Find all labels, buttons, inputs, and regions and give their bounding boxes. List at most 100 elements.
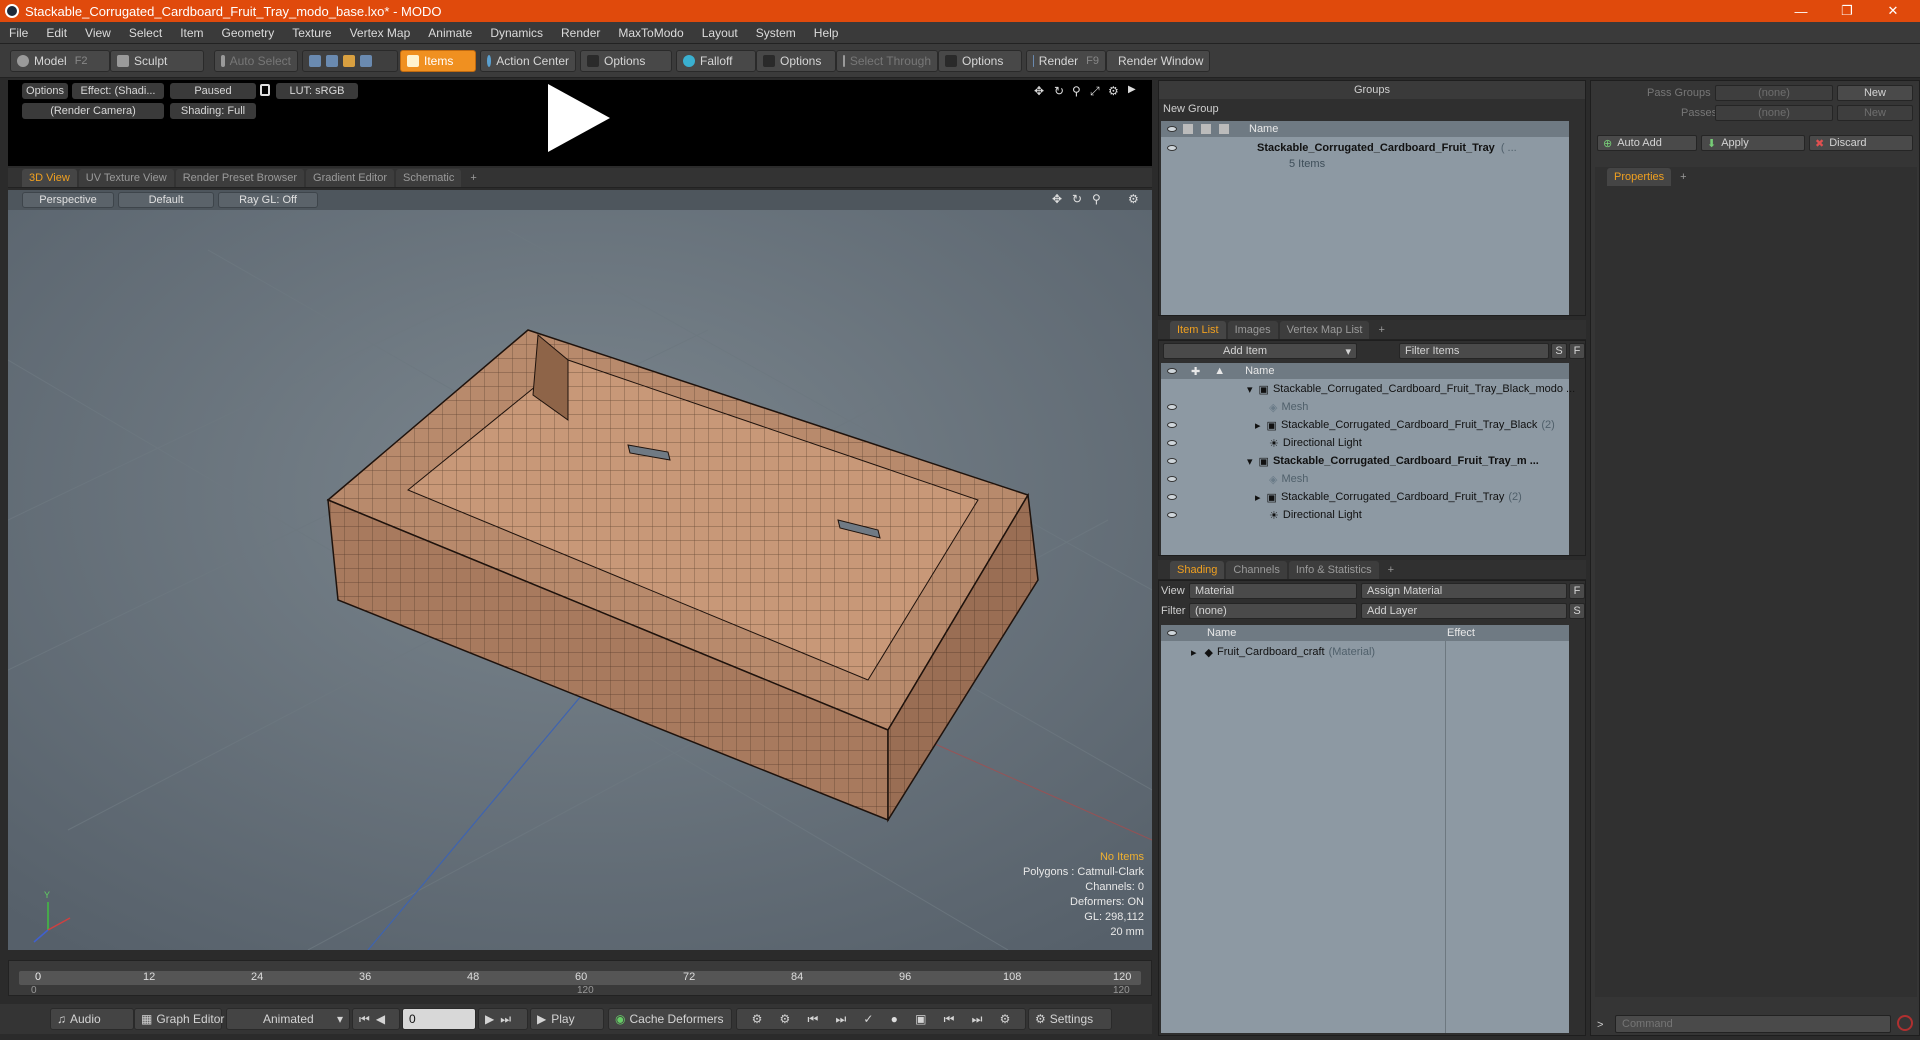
- expand-icon[interactable]: ▸: [1255, 419, 1261, 432]
- play-button[interactable]: ▶ Play: [530, 1008, 604, 1030]
- key-tool-icon[interactable]: ⚙: [752, 1012, 763, 1026]
- options-button-3[interactable]: Options: [938, 50, 1022, 72]
- 3d-viewport[interactable]: Y: [8, 190, 1152, 950]
- model-button[interactable]: Model F2: [10, 50, 110, 72]
- zoom-icon[interactable]: ⚲: [1092, 192, 1101, 206]
- menu-vertex-map[interactable]: Vertex Map: [341, 26, 420, 40]
- apply-button[interactable]: ⬇ Apply: [1701, 135, 1805, 151]
- shading-f-button[interactable]: F: [1569, 583, 1585, 599]
- key-set-icon[interactable]: ▣: [915, 1012, 926, 1026]
- key-icon[interactable]: ✓: [863, 1012, 873, 1026]
- menu-dynamics[interactable]: Dynamics: [481, 26, 552, 40]
- options-button-2[interactable]: Options: [756, 50, 836, 72]
- lut-dropdown[interactable]: LUT: sRGB: [276, 83, 358, 99]
- cache-deformers-button[interactable]: ◉ Cache Deformers: [608, 1008, 732, 1030]
- key-tool-icon[interactable]: ⚙: [780, 1012, 791, 1026]
- menu-maxtomodo[interactable]: MaxToModo: [609, 26, 692, 40]
- item-row-light-1[interactable]: ☀ Directional Light: [1161, 434, 1362, 452]
- add-tab-button[interactable]: +: [1381, 561, 1401, 579]
- action-center-button[interactable]: Action Center: [480, 50, 576, 72]
- shading-dropdown[interactable]: Shading: Full: [170, 103, 256, 119]
- filter-f-button[interactable]: F: [1569, 343, 1585, 359]
- filter-dropdown[interactable]: (none): [1189, 603, 1357, 619]
- new-pass-button[interactable]: New: [1837, 105, 1913, 121]
- record-icon[interactable]: ●: [891, 1012, 898, 1026]
- passes-dropdown[interactable]: (none): [1715, 105, 1833, 121]
- tab-render-preset-browser[interactable]: Render Preset Browser: [175, 168, 305, 187]
- restore-icon[interactable]: ❐: [1824, 0, 1870, 22]
- default-shading-dropdown[interactable]: Default: [118, 192, 214, 208]
- tab-images[interactable]: Images: [1227, 320, 1278, 339]
- menu-edit[interactable]: Edit: [37, 26, 76, 40]
- falloff-button[interactable]: Falloff: [676, 50, 756, 72]
- menu-render[interactable]: Render: [552, 26, 609, 40]
- shader-tree[interactable]: Name Effect ▸ ◆ Fruit_Cardboard_craft (M…: [1161, 625, 1569, 1033]
- menu-animate[interactable]: Animate: [419, 26, 481, 40]
- maximize-view-icon[interactable]: ⤢: [1090, 84, 1100, 99]
- add-tab-button[interactable]: +: [1673, 168, 1693, 186]
- skip-end-icon[interactable]: ⏭: [500, 1012, 511, 1027]
- groups-row[interactable]: Stackable_Corrugated_Cardboard_Fruit_Tra…: [1161, 139, 1569, 157]
- timeline[interactable]: 0 12 24 36 48 60 72 84 96 108 120 0 120 …: [8, 960, 1152, 996]
- play-preview-icon[interactable]: [548, 84, 610, 152]
- expand-icon[interactable]: ▾: [1247, 383, 1253, 396]
- visibility-icon[interactable]: [1167, 422, 1177, 428]
- tab-gradient-editor[interactable]: Gradient Editor: [306, 168, 394, 187]
- tab-item-list[interactable]: Item List: [1170, 320, 1226, 339]
- visibility-icon[interactable]: [1167, 458, 1177, 464]
- sculpt-button[interactable]: Sculpt: [110, 50, 204, 72]
- move-view-icon[interactable]: ✥: [1034, 84, 1044, 98]
- settings-gear-icon[interactable]: ⚙: [1108, 84, 1119, 98]
- expand-icon[interactable]: ▸: [1255, 491, 1261, 504]
- item-row-mesh[interactable]: ◈ Mesh: [1161, 398, 1308, 416]
- visibility-icon[interactable]: [1167, 494, 1177, 500]
- edge-mode-icon[interactable]: [326, 55, 338, 67]
- command-history-icon[interactable]: [1897, 1015, 1913, 1031]
- tab-properties[interactable]: Properties: [1607, 168, 1672, 186]
- tab-shading[interactable]: Shading: [1170, 560, 1225, 579]
- orbit-icon[interactable]: ↻: [1072, 192, 1082, 206]
- perspective-dropdown[interactable]: Perspective: [22, 192, 114, 208]
- item-row-light-2[interactable]: ☀ Directional Light: [1161, 506, 1362, 524]
- tab-channels[interactable]: Channels: [1226, 560, 1287, 579]
- items-button[interactable]: Items: [400, 50, 476, 72]
- add-tab-button[interactable]: +: [1371, 321, 1391, 339]
- settings-button[interactable]: ⚙ Settings: [1028, 1008, 1112, 1030]
- visibility-icon[interactable]: [1167, 440, 1177, 446]
- paused-button[interactable]: Paused: [170, 83, 256, 99]
- viewport-gear-icon[interactable]: ⚙: [1128, 192, 1139, 206]
- menu-system[interactable]: System: [747, 26, 805, 40]
- menu-view[interactable]: View: [76, 26, 120, 40]
- minimize-icon[interactable]: —: [1778, 0, 1824, 22]
- raygl-dropdown[interactable]: Ray GL: Off: [218, 192, 318, 208]
- key-chan-icon[interactable]: ⚙: [1000, 1012, 1011, 1026]
- pass-groups-dropdown[interactable]: (none): [1715, 85, 1833, 101]
- tab-3d-view[interactable]: 3D View: [22, 168, 77, 187]
- new-pass-group-button[interactable]: New: [1837, 85, 1913, 101]
- filter-items-input[interactable]: Filter Items: [1399, 343, 1549, 359]
- close-icon[interactable]: ✕: [1870, 0, 1916, 22]
- groups-list[interactable]: Name Stackable_Corrugated_Cardboard_Frui…: [1161, 121, 1569, 315]
- render-camera-dropdown[interactable]: (Render Camera): [22, 103, 164, 119]
- key-next-icon[interactable]: ⏭: [972, 1012, 983, 1027]
- vertex-mode-icon[interactable]: [309, 55, 321, 67]
- skip-start-icon[interactable]: ⏮: [359, 1012, 370, 1027]
- animated-dropdown[interactable]: Animated ▾: [226, 1008, 350, 1030]
- filter-s-button[interactable]: S: [1551, 343, 1567, 359]
- tab-vertex-map-list[interactable]: Vertex Map List: [1279, 320, 1370, 339]
- frame-input[interactable]: 0: [402, 1008, 476, 1030]
- visibility-icon[interactable]: [1167, 145, 1177, 151]
- next-key-icon[interactable]: ⏭: [835, 1012, 846, 1027]
- render-window-button[interactable]: Render Window: [1106, 50, 1210, 72]
- auto-select-button[interactable]: Auto Select: [214, 50, 298, 72]
- item-row-group[interactable]: ▸ ▣ Stackable_Corrugated_Cardboard_Fruit_T…: [1161, 488, 1522, 506]
- menu-item[interactable]: Item: [171, 26, 212, 40]
- prev-key-icon[interactable]: ⏮: [807, 1012, 818, 1027]
- assign-material-button[interactable]: Assign Material: [1361, 583, 1567, 599]
- transport-next-controls[interactable]: ▶ ⏭: [478, 1008, 528, 1030]
- transport-prev-controls[interactable]: ⏮ ◀: [352, 1008, 400, 1030]
- material-mode-icon[interactable]: [360, 55, 372, 67]
- menu-layout[interactable]: Layout: [693, 26, 747, 40]
- graph-editor-button[interactable]: ▦ Graph Editor: [134, 1008, 224, 1030]
- polygon-mode-icon[interactable]: [343, 55, 355, 67]
